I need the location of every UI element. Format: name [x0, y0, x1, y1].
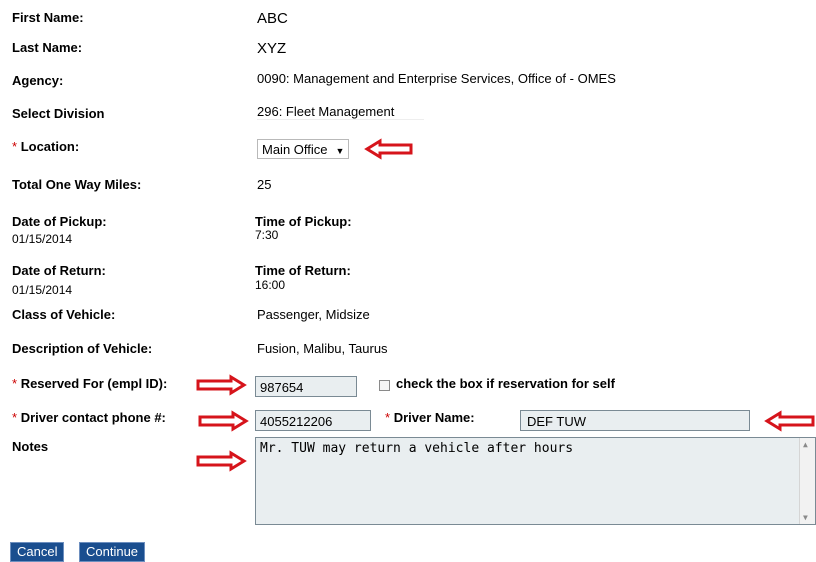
location-label-text: Location:: [20, 139, 80, 154]
location-label: * Location:: [12, 139, 79, 154]
return-time-label: Time of Return:: [255, 263, 351, 278]
last-name-value: XYZ: [257, 40, 287, 57]
required-mark: *: [385, 410, 391, 425]
first-name-value: ABC: [257, 10, 288, 27]
vehicle-class-label: Class of Vehicle:: [12, 307, 116, 322]
pickup-date-value: 01/15/2014: [12, 232, 73, 246]
division-value: 296: Fleet Management: [257, 104, 425, 120]
last-name-label: Last Name:: [12, 40, 83, 55]
location-selected-value: Main Office: [262, 142, 328, 157]
driver-phone-input[interactable]: 4055212206: [255, 410, 371, 431]
notes-textarea[interactable]: Mr. TUW may return a vehicle after hours…: [255, 437, 816, 525]
notes-scrollbar[interactable]: ▲ ▼: [799, 438, 815, 524]
first-name-label: First Name:: [12, 10, 84, 25]
left-arrow-icon: [764, 410, 815, 432]
chevron-down-icon: ▼: [335, 146, 345, 156]
vehicle-desc-value: Fusion, Malibu, Taurus: [257, 341, 388, 356]
pickup-time-label: Time of Pickup:: [255, 214, 352, 229]
agency-value: 0090: Management and Enterprise Services…: [257, 71, 616, 86]
reserved-for-label: * Reserved For (empl ID):: [12, 376, 167, 391]
return-time-value: 16:00: [255, 278, 286, 292]
vehicle-desc-label: Description of Vehicle:: [12, 341, 153, 356]
scroll-down-icon[interactable]: ▼: [803, 513, 808, 522]
continue-button[interactable]: Continue: [79, 542, 146, 562]
notes-text: Mr. TUW may return a vehicle after hours: [260, 441, 574, 456]
location-select[interactable]: Main Office ▼: [257, 139, 350, 159]
pickup-date-label: Date of Pickup:: [12, 214, 107, 229]
notes-label: Notes: [12, 439, 49, 454]
right-arrow-icon: [196, 450, 247, 472]
driver-phone-label-text: Driver contact phone #:: [20, 410, 166, 425]
self-reservation-label: check the box if reservation for self: [396, 376, 615, 391]
return-date-value: 01/15/2014: [12, 283, 73, 297]
pickup-time-value: 7:30: [255, 228, 279, 242]
reserved-for-input[interactable]: 987654: [255, 376, 357, 397]
vehicle-class-value: Passenger, Midsize: [257, 307, 370, 322]
required-mark: *: [12, 410, 18, 425]
driver-name-input[interactable]: DEF TUW: [520, 410, 750, 431]
driver-name-label-text: Driver Name:: [393, 410, 475, 425]
scroll-up-icon[interactable]: ▲: [803, 440, 808, 449]
required-mark: *: [12, 139, 18, 154]
left-arrow-icon: [364, 138, 413, 160]
driver-name-label: * Driver Name:: [385, 410, 475, 425]
miles-label: Total One Way Miles:: [12, 177, 142, 192]
return-date-label: Date of Return:: [12, 263, 106, 278]
division-label: Select Division: [12, 106, 105, 121]
agency-label: Agency:: [12, 73, 64, 88]
right-arrow-icon: [196, 374, 247, 396]
self-reservation-checkbox[interactable]: [379, 380, 390, 391]
miles-value: 25: [257, 177, 272, 192]
driver-phone-label: * Driver contact phone #:: [12, 410, 166, 425]
right-arrow-icon: [198, 410, 249, 432]
required-mark: *: [12, 376, 18, 391]
reserved-for-label-text: Reserved For (empl ID):: [20, 376, 168, 391]
cancel-button[interactable]: Cancel: [10, 542, 65, 562]
